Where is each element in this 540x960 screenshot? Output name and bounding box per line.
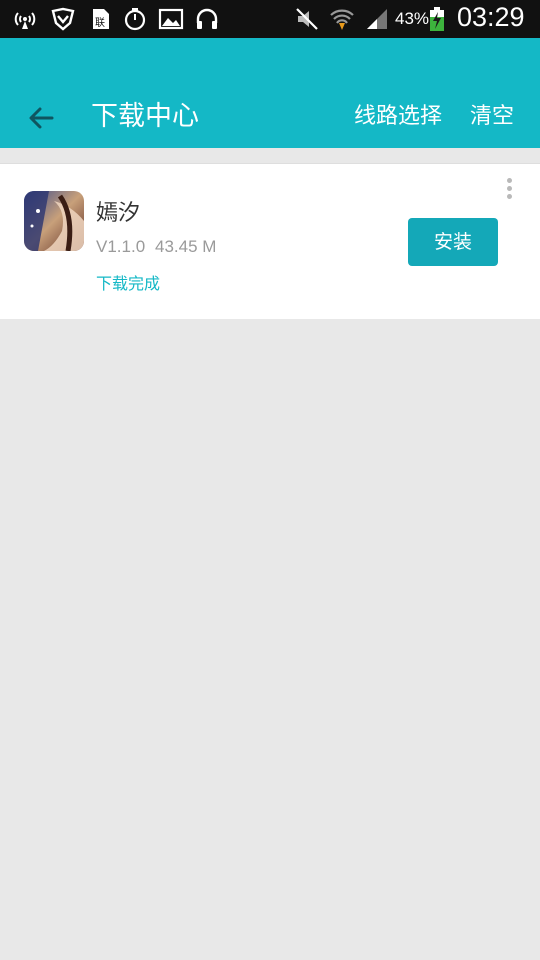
sim-card-icon: 联 [88, 6, 114, 32]
cell-signal-icon [364, 6, 390, 32]
page-title: 下载中心 [91, 101, 199, 132]
mute-icon [294, 6, 320, 32]
svg-text:联: 联 [95, 17, 105, 29]
back-arrow-icon [29, 107, 54, 129]
vpn-shield-icon [50, 6, 76, 32]
back-button[interactable] [22, 98, 62, 138]
battery-percent: 43% [395, 9, 430, 28]
status-bar: 联 43% 03:29 [0, 0, 540, 38]
install-button[interactable]: 安装 [408, 218, 498, 266]
clear-button[interactable]: 清空 [470, 98, 514, 130]
signal-wave-icon [12, 6, 38, 32]
app-size: 43.45 M [155, 237, 217, 256]
app-version: V1.1.0 [96, 237, 146, 256]
app-bar: 下载中心 线路选择 清空 [0, 38, 540, 148]
app-icon [24, 191, 84, 251]
more-vertical-icon[interactable] [500, 178, 518, 204]
wifi-icon [329, 6, 355, 32]
route-select-button[interactable]: 线路选择 [354, 98, 442, 130]
battery-charging-icon [428, 6, 446, 32]
clock: 03:29 [457, 2, 525, 32]
stopwatch-icon [122, 6, 148, 32]
download-status: 下载完成 [96, 274, 161, 293]
headphones-icon [194, 6, 220, 32]
download-list-item: 嫣汐 V1.1.0 43.45 M 下载完成 安装 [0, 163, 540, 319]
image-icon [158, 6, 184, 32]
app-name: 嫣汐 [96, 201, 141, 226]
